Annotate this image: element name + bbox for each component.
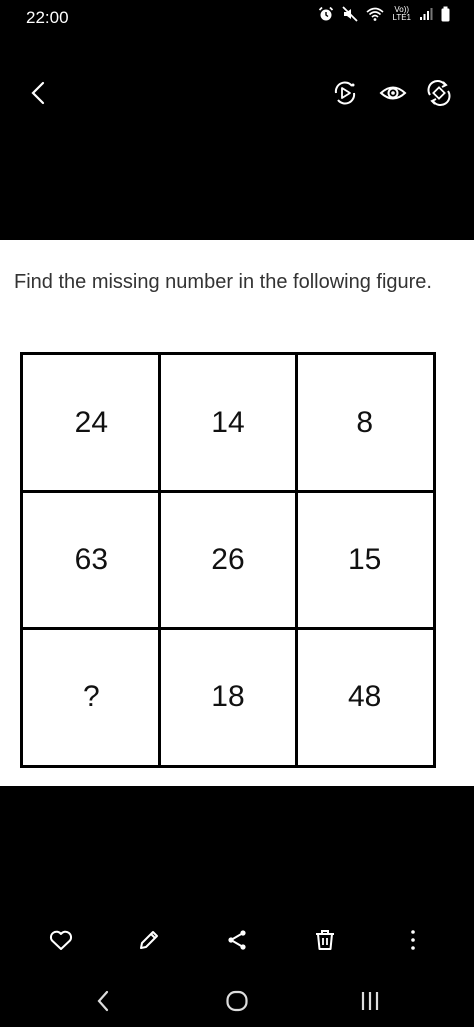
grid-cell-r1-c1: 24 bbox=[74, 406, 109, 440]
battery-icon bbox=[441, 6, 450, 22]
grid-cell-r2-c2: 26 bbox=[211, 542, 245, 576]
nav-home-icon[interactable] bbox=[223, 987, 251, 1015]
grid-cell-r3-c1: ? bbox=[82, 679, 100, 713]
lte-label: LTE1 bbox=[392, 13, 411, 22]
bottom-action-bar bbox=[0, 915, 474, 965]
edit-pencil-icon[interactable] bbox=[136, 927, 162, 953]
grid-cell-r1-c3: 8 bbox=[356, 406, 373, 440]
grid-divider-horizontal bbox=[23, 626, 433, 630]
top-toolbar bbox=[0, 60, 474, 130]
more-vertical-icon[interactable] bbox=[400, 927, 426, 953]
heart-icon[interactable] bbox=[48, 927, 74, 953]
signal-icon bbox=[420, 8, 433, 20]
content-image[interactable]: Find the missing number in the following… bbox=[0, 240, 474, 786]
rotate-icon[interactable] bbox=[424, 78, 454, 108]
grid-divider-vertical bbox=[158, 355, 162, 765]
eye-icon[interactable] bbox=[378, 78, 408, 108]
status-time: 22:00 bbox=[26, 8, 69, 27]
question-text: Find the missing number in the following… bbox=[14, 271, 432, 293]
mute-icon bbox=[342, 6, 359, 22]
grid-cell-r1-c2: 14 bbox=[211, 406, 245, 440]
alarm-icon bbox=[319, 6, 334, 21]
grid-cell-r3-c3: 48 bbox=[347, 679, 382, 713]
grid-cell-r2-c3: 15 bbox=[347, 542, 382, 576]
grid-cell-r3-c2: 18 bbox=[211, 679, 245, 713]
share-icon[interactable] bbox=[224, 927, 250, 953]
wifi-icon bbox=[366, 7, 384, 21]
nav-recents-icon[interactable] bbox=[356, 987, 384, 1015]
number-grid: 24 14 8 63 26 15 ? 18 48 bbox=[20, 352, 436, 768]
status-icons: Vo)) LTE1 bbox=[318, 6, 450, 22]
grid-cell-r2-c1: 63 bbox=[74, 542, 109, 576]
grid-divider-vertical bbox=[294, 355, 298, 765]
status-bar: 22:00 Vo)) LTE1 bbox=[0, 0, 474, 40]
trash-icon[interactable] bbox=[312, 927, 338, 953]
nav-back-icon[interactable] bbox=[90, 987, 118, 1015]
back-chevron-icon[interactable] bbox=[24, 78, 54, 108]
grid-divider-horizontal bbox=[23, 490, 433, 494]
navigation-bar bbox=[0, 975, 474, 1027]
remaster-icon[interactable] bbox=[330, 78, 360, 108]
volte-lte-icon: Vo)) LTE1 bbox=[392, 6, 411, 22]
